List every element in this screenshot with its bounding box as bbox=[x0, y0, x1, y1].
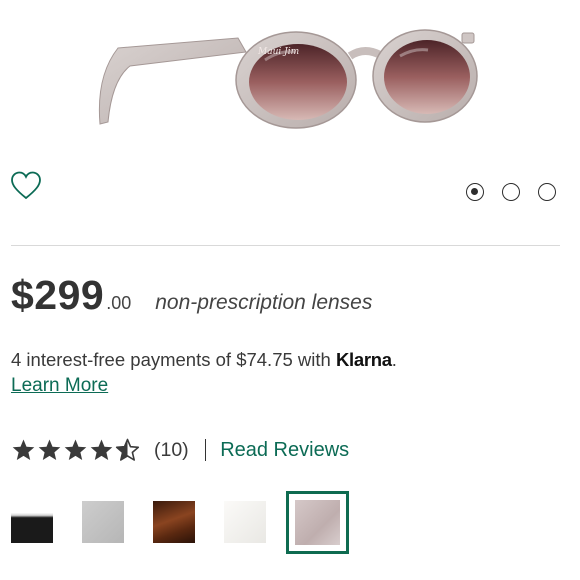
learn-more-link[interactable]: Learn More bbox=[11, 375, 108, 397]
lens-note: non-prescription lenses bbox=[155, 291, 373, 314]
price-cents: .00 bbox=[106, 293, 132, 313]
gallery-dot-3[interactable] bbox=[538, 183, 556, 201]
star-full-icon bbox=[12, 439, 35, 460]
color-swatches bbox=[0, 491, 580, 555]
price-dollars: $299 bbox=[11, 272, 105, 318]
product-image[interactable]: Maui Jim bbox=[0, 0, 580, 165]
price-block: $299 .00 non-prescription lenses bbox=[11, 272, 372, 322]
read-reviews-link[interactable]: Read Reviews bbox=[220, 439, 349, 462]
star-full-icon bbox=[64, 439, 87, 460]
swatch-tortoise[interactable] bbox=[153, 501, 195, 543]
gallery-pagination bbox=[466, 183, 556, 201]
star-half-icon bbox=[115, 438, 140, 461]
gallery-dot-2[interactable] bbox=[502, 183, 520, 201]
swatch-grey[interactable] bbox=[82, 501, 124, 543]
swatch-black-white[interactable] bbox=[11, 501, 53, 543]
star-rating[interactable] bbox=[11, 438, 140, 462]
swatch-translucent-rose[interactable] bbox=[286, 491, 349, 554]
gallery-dot-1[interactable] bbox=[466, 183, 484, 201]
klarna-text: 4 interest-free payments of $74.75 with bbox=[11, 349, 336, 370]
rating-row: (10) Read Reviews bbox=[11, 436, 349, 464]
brand-logo: Maui Jim bbox=[257, 47, 299, 57]
star-full-icon bbox=[90, 439, 113, 460]
favorite-heart-icon[interactable] bbox=[10, 170, 42, 202]
klarna-message: 4 interest-free payments of $74.75 with … bbox=[11, 349, 397, 371]
klarna-logo: Klarna bbox=[335, 349, 392, 370]
separator bbox=[204, 439, 207, 461]
klarna-period: . bbox=[391, 349, 397, 370]
review-count: (10) bbox=[154, 438, 189, 461]
star-full-icon bbox=[38, 439, 61, 460]
truncated-text bbox=[11, 569, 341, 580]
divider bbox=[11, 245, 560, 246]
swatch-white[interactable] bbox=[224, 501, 266, 543]
